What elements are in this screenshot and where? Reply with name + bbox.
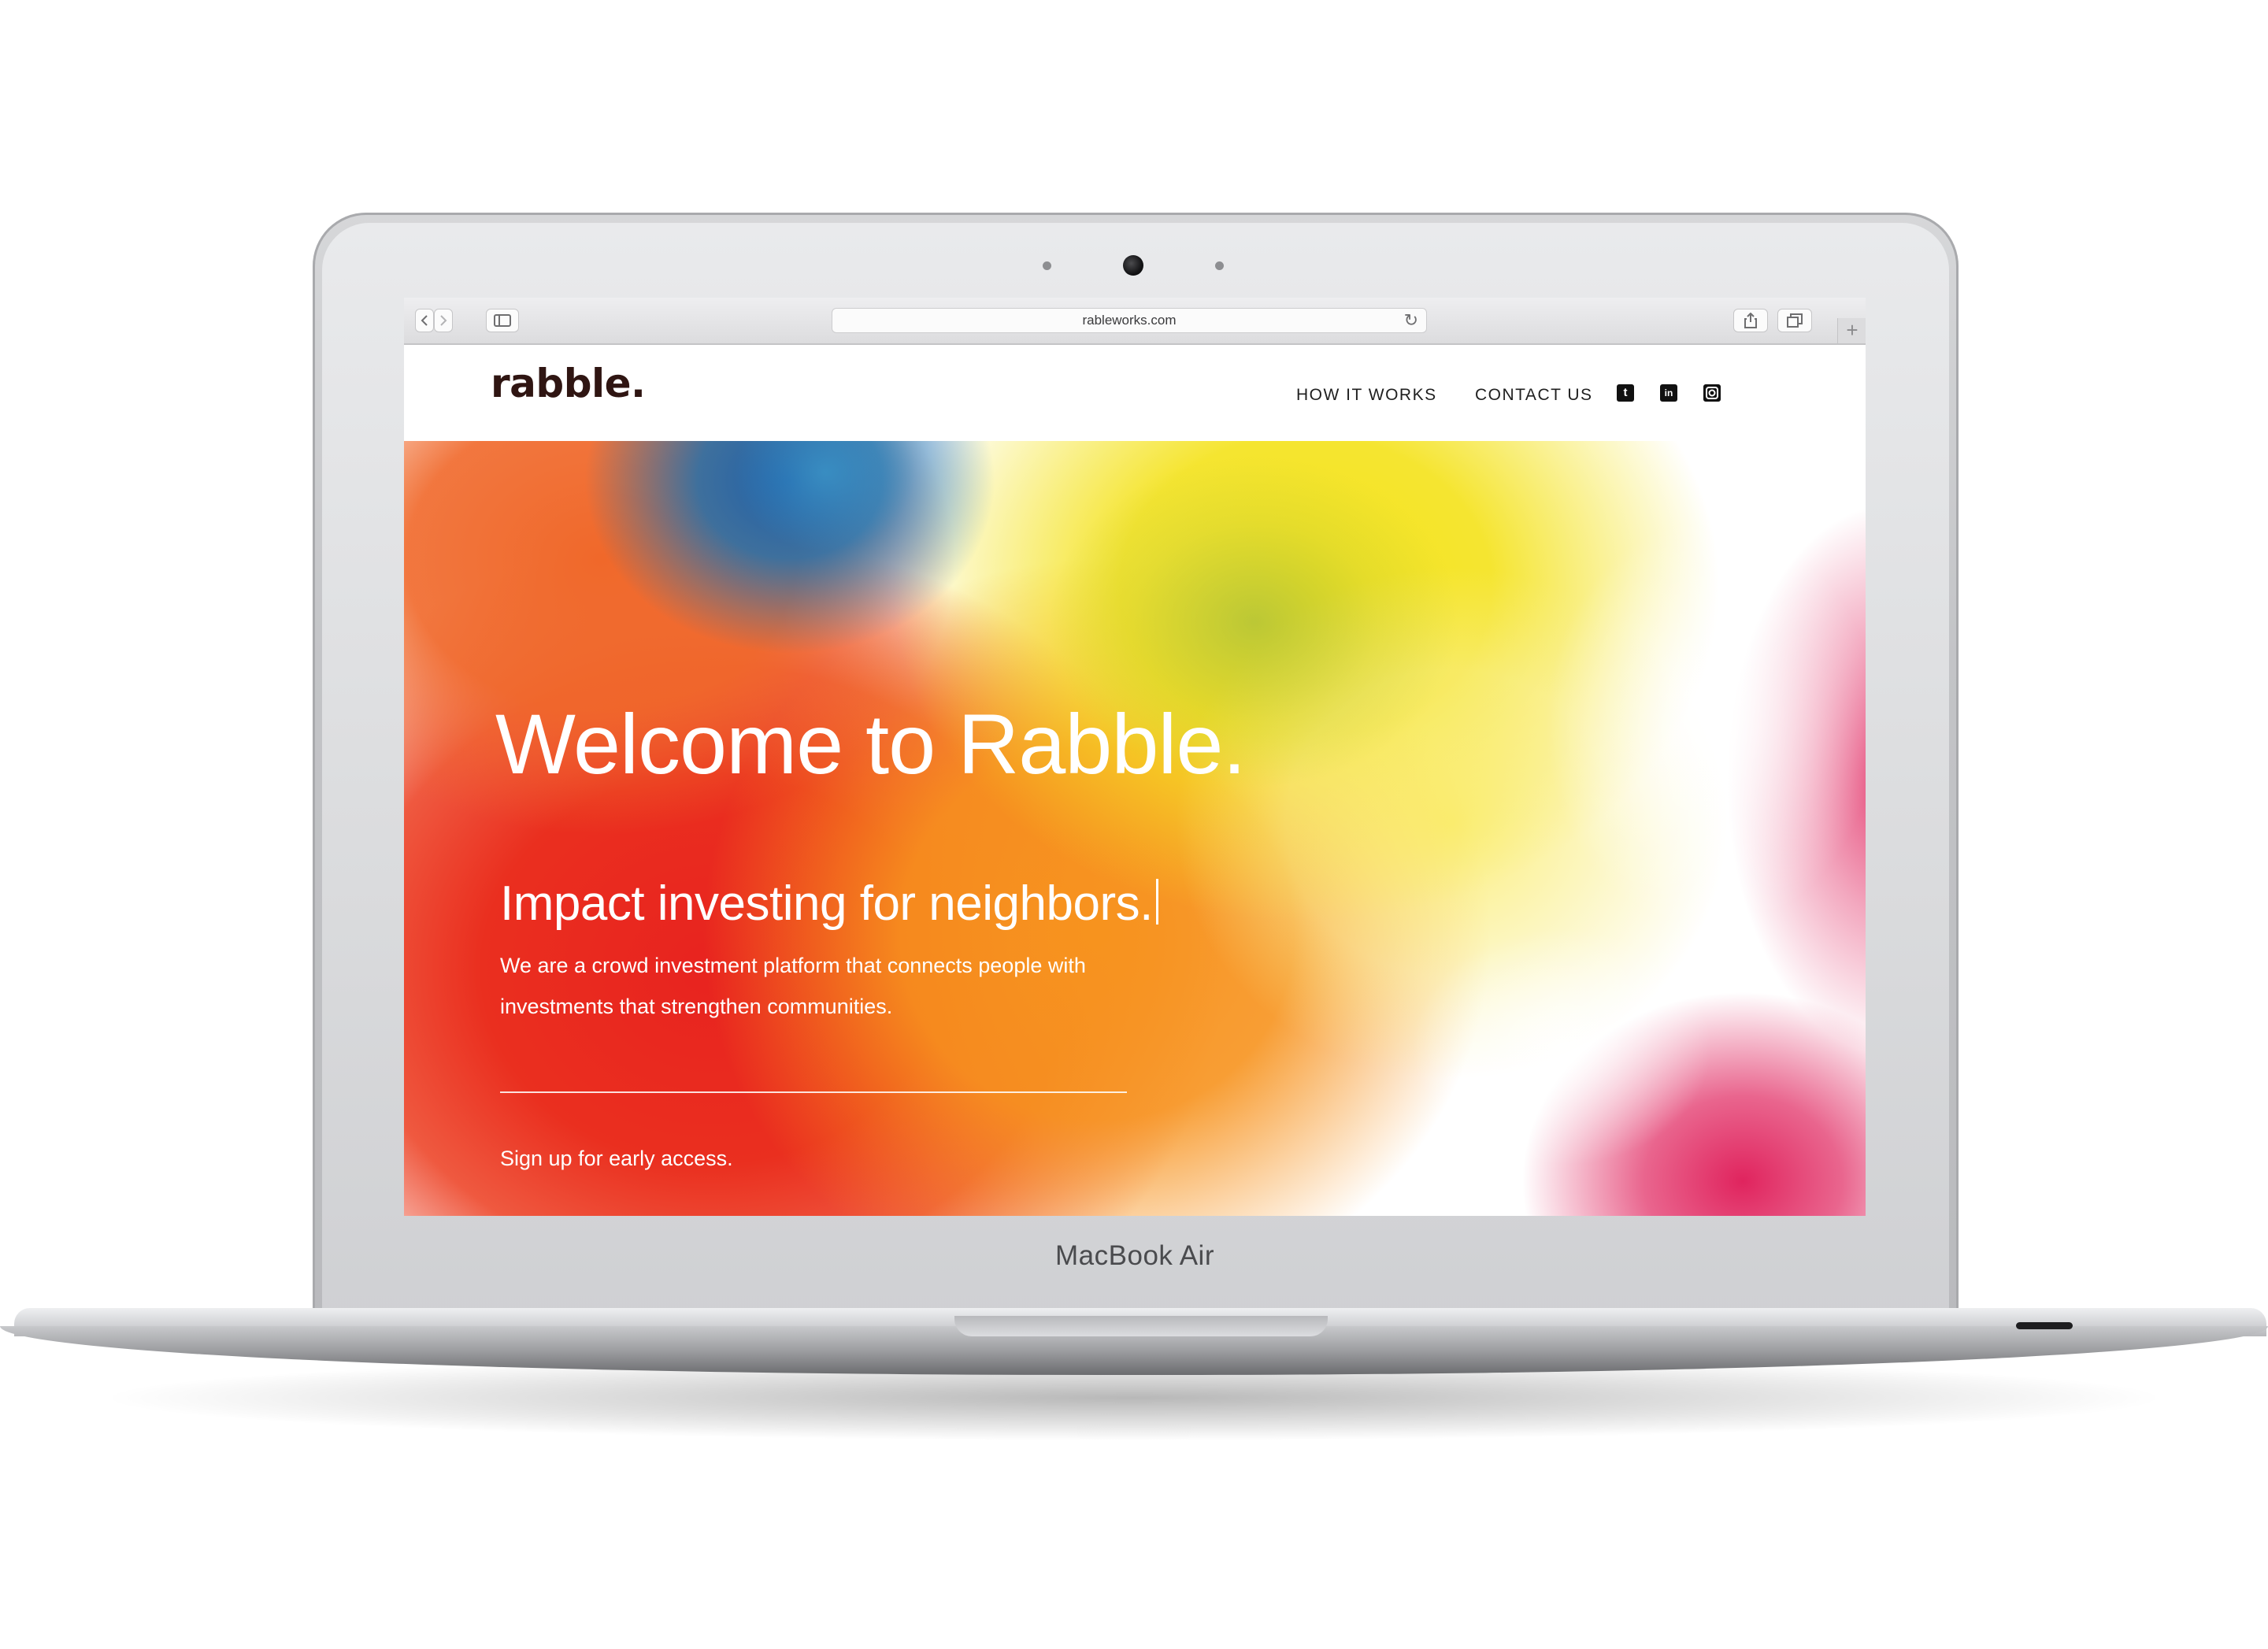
- nav-contact-us[interactable]: CONTACT US: [1475, 386, 1593, 405]
- reload-icon[interactable]: ↻: [1404, 310, 1418, 331]
- text-cursor: [1155, 879, 1158, 925]
- laptop-screen: rableworks.com ↻ + rabble. HOW IT WORKS …: [404, 298, 1866, 1216]
- chevron-left-icon: [421, 315, 428, 326]
- hero-section: Welcome to Rabble. Impact investing for …: [404, 441, 1866, 1216]
- ambient-light-sensor: [1043, 261, 1051, 270]
- sidebar-icon: [494, 314, 511, 327]
- url-text: rableworks.com: [1082, 313, 1177, 328]
- chevron-right-icon: [440, 315, 447, 326]
- share-button[interactable]: [1733, 309, 1768, 332]
- back-button[interactable]: [415, 309, 434, 332]
- tabs-icon: [1787, 313, 1803, 328]
- device-brand-label: MacBook Air: [1055, 1240, 1214, 1271]
- site-header: rabble. HOW IT WORKS CONTACT US t in: [404, 345, 1866, 441]
- email-input-underline[interactable]: [500, 1091, 1127, 1093]
- hero-subtitle: Impact investing for neighbors.: [500, 876, 1158, 932]
- twitter-icon[interactable]: t: [1617, 384, 1634, 402]
- laptop-hinge-notch: [954, 1316, 1328, 1336]
- camera-indicator: [1215, 261, 1224, 270]
- hero-description: We are a crowd investment platform that …: [500, 954, 1086, 1018]
- linkedin-icon[interactable]: in: [1660, 384, 1677, 402]
- site-logo[interactable]: rabble.: [491, 361, 646, 406]
- nav-how-it-works[interactable]: HOW IT WORKS: [1296, 386, 1437, 405]
- laptop-port: [2016, 1322, 2073, 1329]
- share-icon: [1744, 313, 1757, 328]
- instagram-icon[interactable]: [1703, 384, 1721, 402]
- sidebar-button[interactable]: [486, 309, 519, 332]
- tabs-button[interactable]: [1777, 309, 1812, 332]
- camera-icon: [1123, 255, 1143, 276]
- browser-toolbar: rableworks.com ↻ +: [404, 298, 1866, 345]
- new-tab-button[interactable]: +: [1837, 318, 1866, 343]
- website: rabble. HOW IT WORKS CONTACT US t in Wel…: [404, 345, 1866, 1216]
- address-bar[interactable]: rableworks.com ↻: [832, 308, 1427, 333]
- forward-button[interactable]: [434, 309, 453, 332]
- hero-subtitle-text: Impact investing for neighbors.: [500, 876, 1153, 931]
- hero-title: Welcome to Rabble.: [495, 696, 1246, 791]
- signup-link[interactable]: Sign up for early access.: [500, 1147, 733, 1171]
